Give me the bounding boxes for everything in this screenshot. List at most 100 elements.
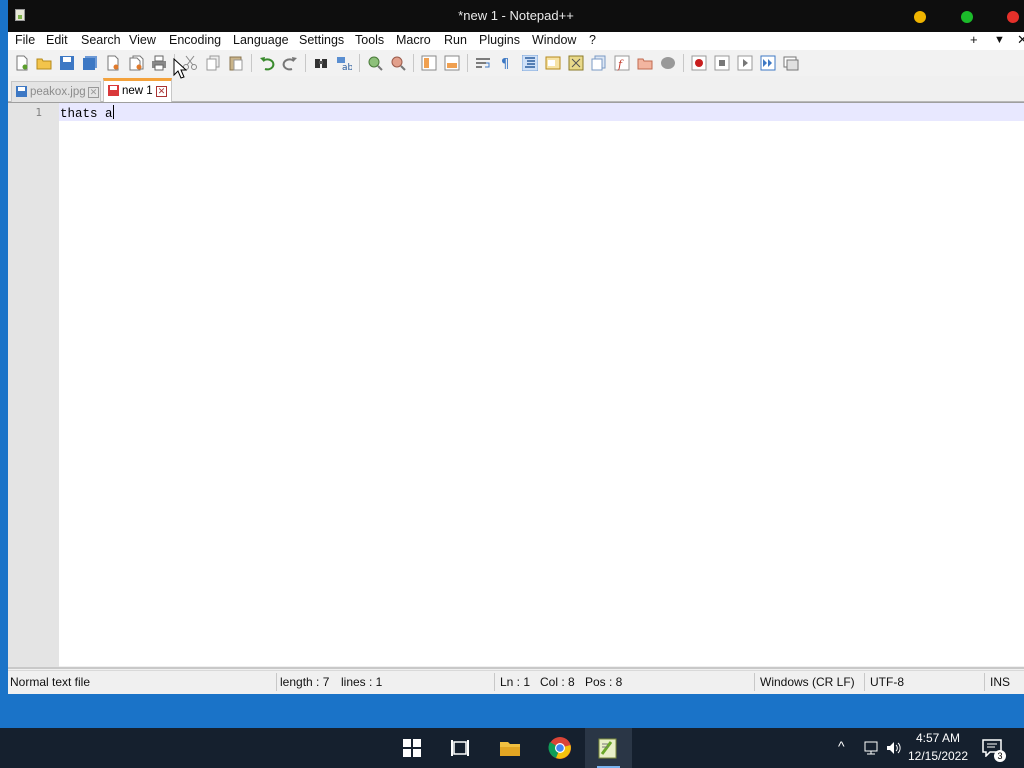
sync-vertical-scroll-icon[interactable] bbox=[421, 55, 437, 71]
user-defined-language-icon[interactable] bbox=[545, 55, 561, 71]
chrome-icon[interactable] bbox=[548, 736, 572, 760]
new-tab-plus-icon[interactable]: + bbox=[970, 32, 978, 47]
record-macro-icon[interactable] bbox=[691, 55, 707, 71]
find-icon[interactable] bbox=[313, 55, 329, 71]
run-macro-multiple-icon[interactable] bbox=[760, 55, 776, 71]
notepadpp-window: *new 1 - Notepad++ File Edit Search View… bbox=[8, 0, 1024, 694]
paste-icon[interactable] bbox=[228, 55, 244, 71]
close-all-icon[interactable] bbox=[128, 55, 144, 71]
function-list-icon[interactable]: f bbox=[614, 55, 630, 71]
menu-tools[interactable]: Tools bbox=[355, 33, 384, 47]
show-hidden-icons-icon[interactable]: ^ bbox=[838, 738, 845, 754]
status-pos: Pos : 8 bbox=[585, 675, 623, 689]
status-bar: Normal text file length : 7 lines : 1 Ln… bbox=[8, 670, 1024, 692]
text-caret bbox=[112, 105, 114, 119]
maximize-button[interactable] bbox=[961, 11, 973, 23]
tab-list-dropdown-icon[interactable]: ▼ bbox=[994, 34, 1005, 46]
tab-label: peakox.jpg bbox=[30, 86, 86, 98]
title-bar[interactable]: *new 1 - Notepad++ bbox=[8, 0, 1024, 32]
menu-file[interactable]: File bbox=[15, 33, 35, 47]
redo-icon[interactable] bbox=[282, 55, 298, 71]
menu-plugins[interactable]: Plugins bbox=[479, 33, 520, 47]
tab-new-1[interactable]: new 1 ✕ bbox=[103, 78, 172, 103]
start-icon[interactable] bbox=[400, 736, 424, 760]
toolbar-separator bbox=[359, 54, 360, 72]
document-list-icon[interactable] bbox=[591, 55, 607, 71]
task-view-icon[interactable] bbox=[448, 736, 472, 760]
save-all-icon[interactable] bbox=[82, 55, 98, 71]
status-divider bbox=[754, 673, 755, 691]
monitoring-icon[interactable] bbox=[660, 55, 676, 71]
stop-macro-icon[interactable] bbox=[714, 55, 730, 71]
status-length: length : 7 bbox=[280, 675, 330, 689]
status-divider bbox=[494, 673, 495, 691]
status-col: Col : 8 bbox=[540, 675, 575, 689]
folder-as-workspace-icon[interactable] bbox=[637, 55, 653, 71]
tab-close-icon[interactable]: ✕ bbox=[88, 87, 99, 98]
tab-label: new 1 bbox=[122, 85, 153, 97]
editor-bottom-border bbox=[8, 667, 1024, 669]
status-divider bbox=[276, 673, 277, 691]
menu-window[interactable]: Window bbox=[532, 33, 576, 47]
save-icon[interactable] bbox=[59, 55, 75, 71]
find-replace-icon[interactable]: ab bbox=[336, 55, 352, 71]
clock-date[interactable]: 12/15/2022 bbox=[906, 749, 970, 763]
menu-language[interactable]: Language bbox=[233, 33, 289, 47]
show-all-characters-icon[interactable]: ¶ bbox=[498, 55, 514, 71]
tab-close-icon[interactable]: ✕ bbox=[156, 86, 167, 97]
indent-guide-icon[interactable] bbox=[522, 55, 538, 71]
tab-peakox[interactable]: peakox.jpg ✕ bbox=[11, 81, 101, 102]
notepad-plus-plus-icon[interactable] bbox=[596, 736, 620, 760]
toolbar-separator bbox=[413, 54, 414, 72]
volume-icon[interactable] bbox=[885, 740, 903, 756]
zoom-out-icon[interactable] bbox=[390, 55, 406, 71]
play-macro-icon[interactable] bbox=[737, 55, 753, 71]
menu-edit[interactable]: Edit bbox=[46, 33, 68, 47]
word-wrap-icon[interactable] bbox=[475, 55, 491, 71]
editor-text[interactable]: thats a bbox=[60, 105, 114, 121]
editor-line-text: thats a bbox=[60, 107, 113, 121]
menu-macro[interactable]: Macro bbox=[396, 33, 431, 47]
menu-encoding[interactable]: Encoding bbox=[169, 33, 221, 47]
status-eol[interactable]: Windows (CR LF) bbox=[760, 675, 855, 689]
notification-count-badge: 3 bbox=[994, 750, 1006, 762]
menu-settings[interactable]: Settings bbox=[299, 33, 344, 47]
status-insert-mode[interactable]: INS bbox=[990, 675, 1010, 689]
window-title: *new 1 - Notepad++ bbox=[458, 8, 574, 23]
save-macro-icon[interactable] bbox=[783, 55, 799, 71]
svg-text:¶: ¶ bbox=[501, 57, 509, 71]
menu-bar: File Edit Search View Encoding Language … bbox=[8, 32, 1024, 50]
menu-view[interactable]: View bbox=[129, 33, 156, 47]
open-file-icon[interactable] bbox=[36, 55, 52, 71]
desktop-background bbox=[0, 0, 8, 700]
menu-search[interactable]: Search bbox=[81, 33, 121, 47]
status-line: Ln : 1 bbox=[500, 675, 531, 689]
zoom-in-icon[interactable] bbox=[367, 55, 383, 71]
menu-run[interactable]: Run bbox=[444, 33, 467, 47]
copy-icon[interactable] bbox=[205, 55, 221, 71]
line-number: 1 bbox=[35, 106, 42, 119]
unsaved-file-icon bbox=[108, 85, 119, 96]
editor-area[interactable]: 1 thats a bbox=[8, 102, 1024, 669]
network-icon[interactable] bbox=[862, 740, 880, 756]
minimize-button[interactable] bbox=[914, 11, 926, 23]
print-icon[interactable] bbox=[151, 55, 167, 71]
line-number-gutter: 1 bbox=[8, 103, 59, 667]
toolbar-separator bbox=[467, 54, 468, 72]
sync-horizontal-scroll-icon[interactable] bbox=[444, 55, 460, 71]
document-map-icon[interactable] bbox=[568, 55, 584, 71]
clock-time[interactable]: 4:57 AM bbox=[906, 731, 970, 745]
new-file-icon[interactable] bbox=[14, 55, 30, 71]
status-encoding[interactable]: UTF-8 bbox=[870, 675, 904, 689]
close-file-icon[interactable] bbox=[105, 55, 121, 71]
close-button[interactable] bbox=[1007, 11, 1019, 23]
status-file-type: Normal text file bbox=[10, 675, 91, 689]
taskbar: ^ 4:57 AM 12/15/2022 bbox=[0, 728, 1024, 768]
menu-help[interactable]: ? bbox=[589, 33, 596, 47]
toolbar: ab ¶ f bbox=[8, 50, 1024, 76]
undo-icon[interactable] bbox=[259, 55, 275, 71]
toolbar-separator bbox=[251, 54, 252, 72]
file-explorer-icon[interactable] bbox=[498, 736, 522, 760]
svg-text:ab: ab bbox=[342, 63, 352, 71]
close-tab-icon[interactable]: ✕ bbox=[1017, 32, 1024, 48]
